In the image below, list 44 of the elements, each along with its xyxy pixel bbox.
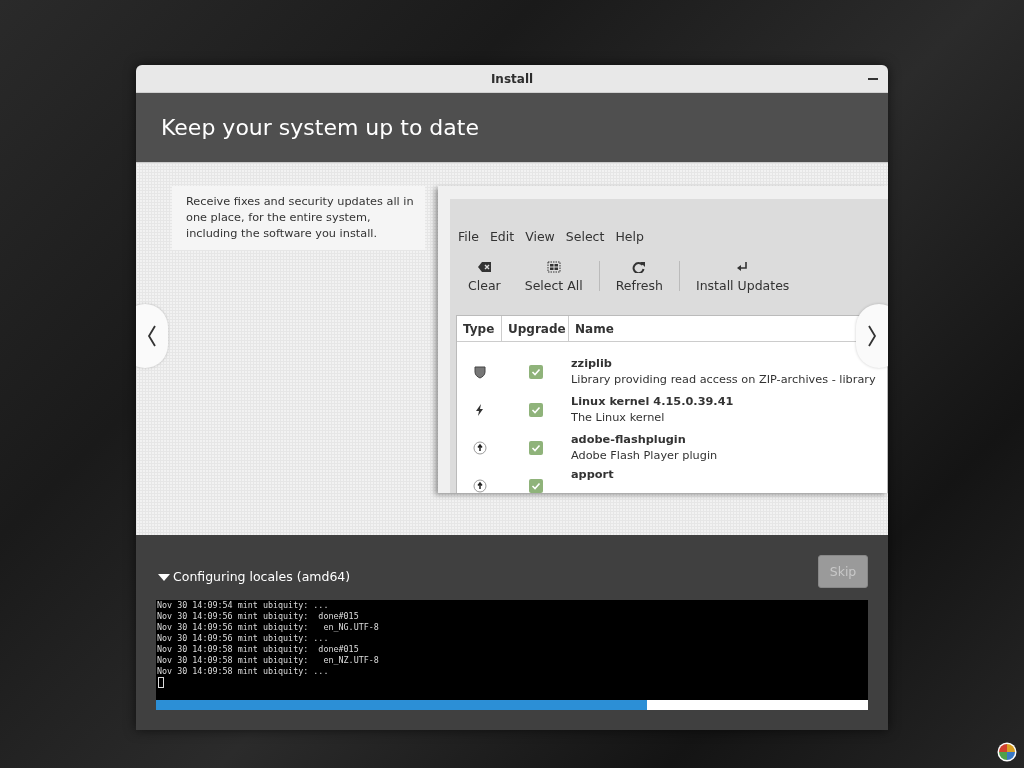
log-line: Nov 30 14:09:56 mint ubiquity: ... bbox=[157, 633, 330, 644]
menu-icon[interactable] bbox=[997, 742, 1017, 762]
log-line: Nov 30 14:09:56 mint ubiquity: en_NG.UTF-8 bbox=[157, 622, 380, 633]
package-description: Library providing read access on ZIP-archives - library bbox=[571, 372, 876, 388]
checkbox[interactable] bbox=[528, 365, 543, 379]
toolbar-button[interactable]: Refresh bbox=[603, 261, 675, 293]
menu-item[interactable]: Edit bbox=[487, 229, 524, 249]
log-line: Nov 30 14:09:56 mint ubiquity: done#015 bbox=[157, 611, 360, 622]
chevron-left-icon bbox=[147, 324, 157, 348]
page-title: Keep your system up to date bbox=[161, 115, 479, 140]
toolbar-button[interactable]: Select All bbox=[512, 261, 595, 293]
text-cursor bbox=[158, 677, 164, 688]
menu-item[interactable]: File bbox=[456, 229, 488, 249]
package-description: The Linux kernel bbox=[571, 410, 665, 426]
package-name: adobe-flashplugin bbox=[571, 432, 686, 448]
toolbar-button[interactable]: Install Updates bbox=[683, 261, 802, 293]
slide-description: Receive fixes and security updates all in one place, for the entire system, including the software you install. bbox=[172, 186, 425, 250]
column-header[interactable]: Type bbox=[457, 316, 502, 341]
backspace-icon bbox=[477, 261, 492, 273]
checkbox[interactable] bbox=[528, 403, 543, 417]
package-name: apport bbox=[571, 467, 614, 483]
return-arrow-icon bbox=[735, 261, 750, 273]
refresh-icon bbox=[632, 261, 647, 273]
menu-item[interactable]: Help bbox=[613, 229, 653, 249]
toolbar-button[interactable]: Clear bbox=[456, 261, 513, 293]
caret-down-icon bbox=[158, 572, 170, 581]
menu-item[interactable]: Select bbox=[563, 229, 614, 249]
grid-icon bbox=[546, 261, 561, 273]
log-line: Nov 30 14:09:58 mint ubiquity: en_NZ.UTF-8 bbox=[157, 655, 380, 666]
package-description: Adobe Flash Player plugin bbox=[571, 448, 718, 464]
log-line: Nov 30 14:09:58 mint ubiquity: done#015 bbox=[157, 644, 360, 655]
details-expander[interactable]: Configuring locales (amd64) bbox=[156, 569, 351, 584]
window-title: Install bbox=[490, 71, 534, 86]
checkbox[interactable] bbox=[528, 441, 543, 455]
log-line: Nov 30 14:09:58 mint ubiquity: ... bbox=[157, 666, 330, 677]
package-name: zziplib bbox=[571, 356, 612, 372]
chevron-right-icon bbox=[867, 324, 877, 348]
package-name: Linux kernel 4.15.0.39.41 bbox=[571, 394, 734, 410]
column-header[interactable]: Name bbox=[569, 316, 620, 341]
log-line: Nov 30 14:09:54 mint ubiquity: ... bbox=[157, 600, 330, 611]
shield-icon bbox=[472, 365, 487, 379]
menu-item[interactable]: View bbox=[523, 229, 564, 249]
checkbox[interactable] bbox=[528, 479, 543, 493]
column-header[interactable]: Upgrade bbox=[502, 316, 569, 341]
